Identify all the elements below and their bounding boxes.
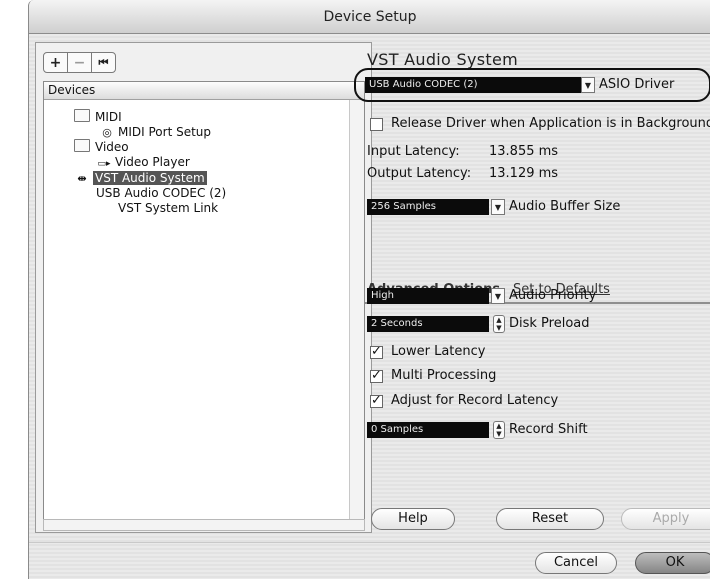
apply-button[interactable]: Apply [621,508,710,530]
devices-header: Devices [44,82,364,100]
multi-processing-label: Multi Processing [391,368,497,383]
folder-icon [74,109,90,122]
folder-icon [74,139,90,152]
chevron-down-icon[interactable]: ▼ [581,77,595,93]
devices-list: Devices MIDI ◎ MIDI Port Setup Video ▭▸ Vi… [43,81,365,521]
audio-priority-select[interactable]: High [367,288,489,304]
title-bar[interactable]: Device Setup [29,0,710,34]
tree-item-label: VST System Link [118,201,219,215]
tree-item-label: VST Audio System [93,171,207,185]
asio-driver-select[interactable]: USB Audio CODEC (2) [365,77,581,93]
ok-button[interactable]: OK [635,552,710,574]
reset-button[interactable]: Reset [496,508,604,530]
stepper-icon[interactable]: ▲ ▼ [493,315,505,333]
tree-item-video-player[interactable]: ▭▸ Video Player [96,154,190,170]
tree-item-label: Video Player [115,155,190,169]
footer-divider [29,542,710,543]
stepper-icon[interactable]: ▲ ▼ [493,421,505,439]
lower-latency-label: Lower Latency [391,344,486,359]
disk-preload-label: Disk Preload [509,316,590,331]
output-latency-value: 13.129 ms [489,166,559,181]
tree-item-label: MIDI Port Setup [118,125,212,139]
window-title: Device Setup [323,9,417,25]
multi-processing-checkbox[interactable]: ✓ [370,369,383,383]
device-setup-window: Device Setup + − ⏮ Devices MIDI ◎ MIDI Po… [28,0,710,579]
tree-item-midi[interactable]: MIDI [74,109,122,125]
devices-pane: + − ⏮ Devices MIDI ◎ MIDI Port Setup Vide… [35,42,372,533]
tree-item-midi-port-setup[interactable]: ◎ MIDI Port Setup [99,124,211,140]
help-button[interactable]: Help [371,508,455,530]
tree-item-label: USB Audio CODEC (2) [96,186,227,200]
adjust-record-latency-checkbox[interactable]: ✓ [370,394,383,408]
release-driver-label: Release Driver when Application is in Ba… [391,116,710,131]
audio-priority-label: Audio Priority [509,288,597,303]
adjust-record-latency-label: Adjust for Record Latency [391,393,559,408]
input-latency-label: Input Latency: [367,144,460,159]
record-shift-label: Record Shift [509,422,588,437]
record-shift-field[interactable]: 0 Samples [367,422,489,438]
dialog-content: + − ⏮ Devices MIDI ◎ MIDI Port Setup Vide… [29,34,710,579]
buffer-size-select[interactable]: 256 Samples [367,199,489,215]
release-driver-checkbox[interactable] [370,118,383,131]
horizontal-scrollbar[interactable] [43,519,365,531]
remove-device-button[interactable]: − [67,52,92,73]
input-latency-value: 13.855 ms [489,144,559,159]
disk-preload-field[interactable]: 2 Seconds [367,316,489,332]
tree-item-usb-audio-codec[interactable]: USB Audio CODEC (2) [96,185,226,201]
tree-item-vst-audio-system[interactable]: ⇹ VST Audio System [74,170,207,186]
chevron-down-icon[interactable]: ▼ [491,199,505,215]
vst-audio-icon: ⇹ [77,172,87,185]
tree-item-video[interactable]: Video [74,139,129,155]
add-device-button[interactable]: + [43,52,68,73]
tree-item-label: MIDI [95,110,122,124]
device-toolbar: + − ⏮ [43,52,116,73]
lower-latency-checkbox[interactable]: ✓ [370,345,383,359]
tree-item-label: Video [95,140,129,154]
vertical-scrollbar[interactable] [349,100,364,520]
asio-driver-label: ASIO Driver [599,77,675,92]
buffer-size-label: Audio Buffer Size [509,199,621,214]
tree-item-vst-system-link[interactable]: VST System Link [118,200,218,216]
chevron-down-icon[interactable]: ▼ [491,288,505,304]
reset-device-button[interactable]: ⏮ [91,52,116,73]
cancel-button[interactable]: Cancel [535,552,617,574]
output-latency-label: Output Latency: [367,166,472,181]
panel-title: VST Audio System [367,50,518,69]
